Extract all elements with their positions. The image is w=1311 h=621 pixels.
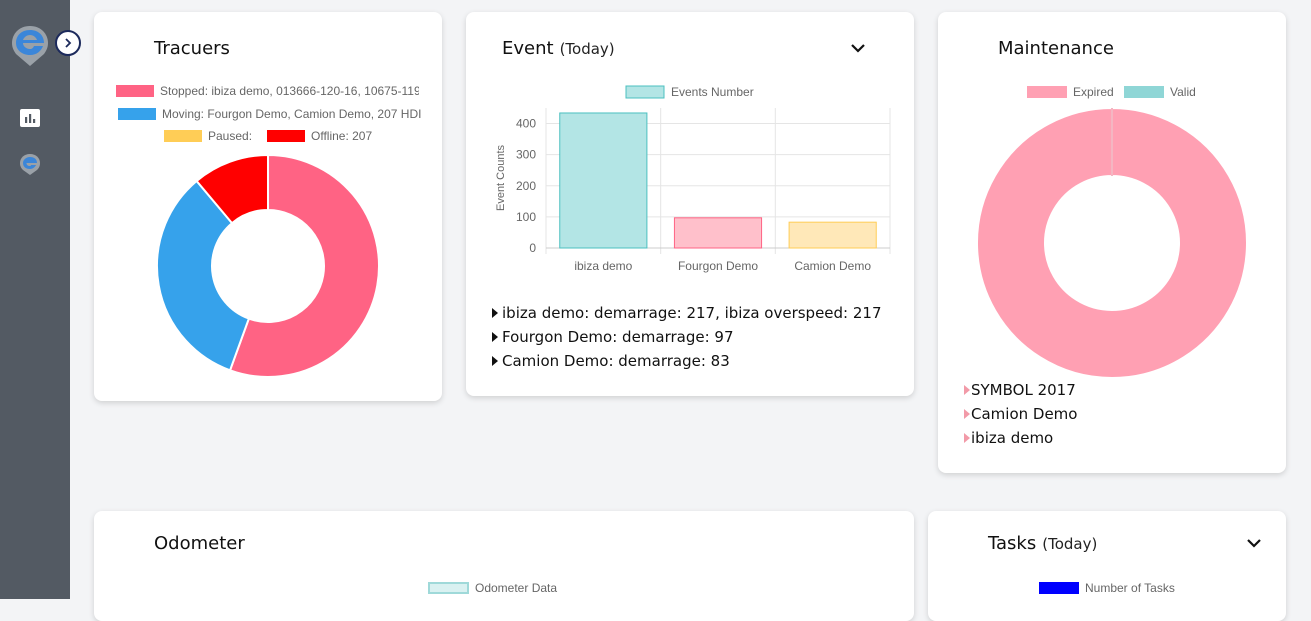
legend-odometer: Odometer Data: [428, 581, 557, 595]
odometer-title: Odometer: [154, 533, 245, 554]
legend-swatch: [625, 85, 665, 99]
tracuers-donut-chart: [156, 153, 380, 378]
bar-chart-icon[interactable]: [18, 106, 42, 130]
maintenance-list-item: Camion Demo: [964, 405, 1077, 423]
y-tick-label: 400: [516, 117, 536, 131]
location-pin-logo-icon[interactable]: [18, 152, 42, 176]
event-list-item: Fourgon Demo: demarrage: 97: [492, 328, 734, 346]
bar[interactable]: [559, 112, 648, 249]
y-tick-label: 200: [516, 179, 536, 193]
event-list-item: ibiza demo: demarrage: 217, ibiza oversp…: [492, 304, 882, 322]
bar[interactable]: [788, 221, 877, 249]
y-axis-label: Event Counts: [495, 144, 507, 211]
y-tick-label: 0: [529, 241, 536, 255]
maintenance-list-item: SYMBOL 2017: [964, 381, 1076, 399]
bar[interactable]: [673, 217, 763, 249]
chevron-right-icon: [65, 38, 72, 48]
odometer-card: Odometer Odometer Data: [94, 511, 914, 621]
event-list-item: Camion Demo: demarrage: 83: [492, 352, 730, 370]
app-logo-icon[interactable]: [10, 24, 50, 68]
maintenance-list-item: ibiza demo: [964, 429, 1053, 447]
tasks-card: Tasks (Today) Number of Tasks: [928, 511, 1286, 621]
event-card: Event (Today) Events Number 0 100 200 300 400 i…: [466, 12, 914, 396]
legend-label: Events Number: [671, 85, 754, 99]
x-tick-label: Fourgon Demo: [678, 259, 758, 273]
x-tick-label: ibiza demo: [574, 259, 632, 273]
sidebar-toggle-button[interactable]: [55, 30, 81, 56]
maintenance-card: Maintenance Expired Valid SYMBOL 2017 Ca…: [938, 12, 1286, 473]
maintenance-donut-chart: [975, 106, 1248, 379]
tracuers-card: Tracuers Stopped: ibiza demo, 013666-120…: [94, 12, 442, 401]
chevron-down-icon[interactable]: [1244, 533, 1264, 553]
sidebar: [0, 0, 70, 599]
x-tick-label: Camion Demo: [794, 259, 871, 273]
tasks-title: Tasks (Today): [988, 533, 1098, 554]
y-tick-label: 100: [516, 210, 536, 224]
y-tick-label: 300: [516, 148, 536, 162]
event-bar-chart: Events Number 0 100 200 300 400 ibiza demo Four…: [495, 85, 891, 273]
legend-tasks: Number of Tasks: [1039, 581, 1175, 595]
